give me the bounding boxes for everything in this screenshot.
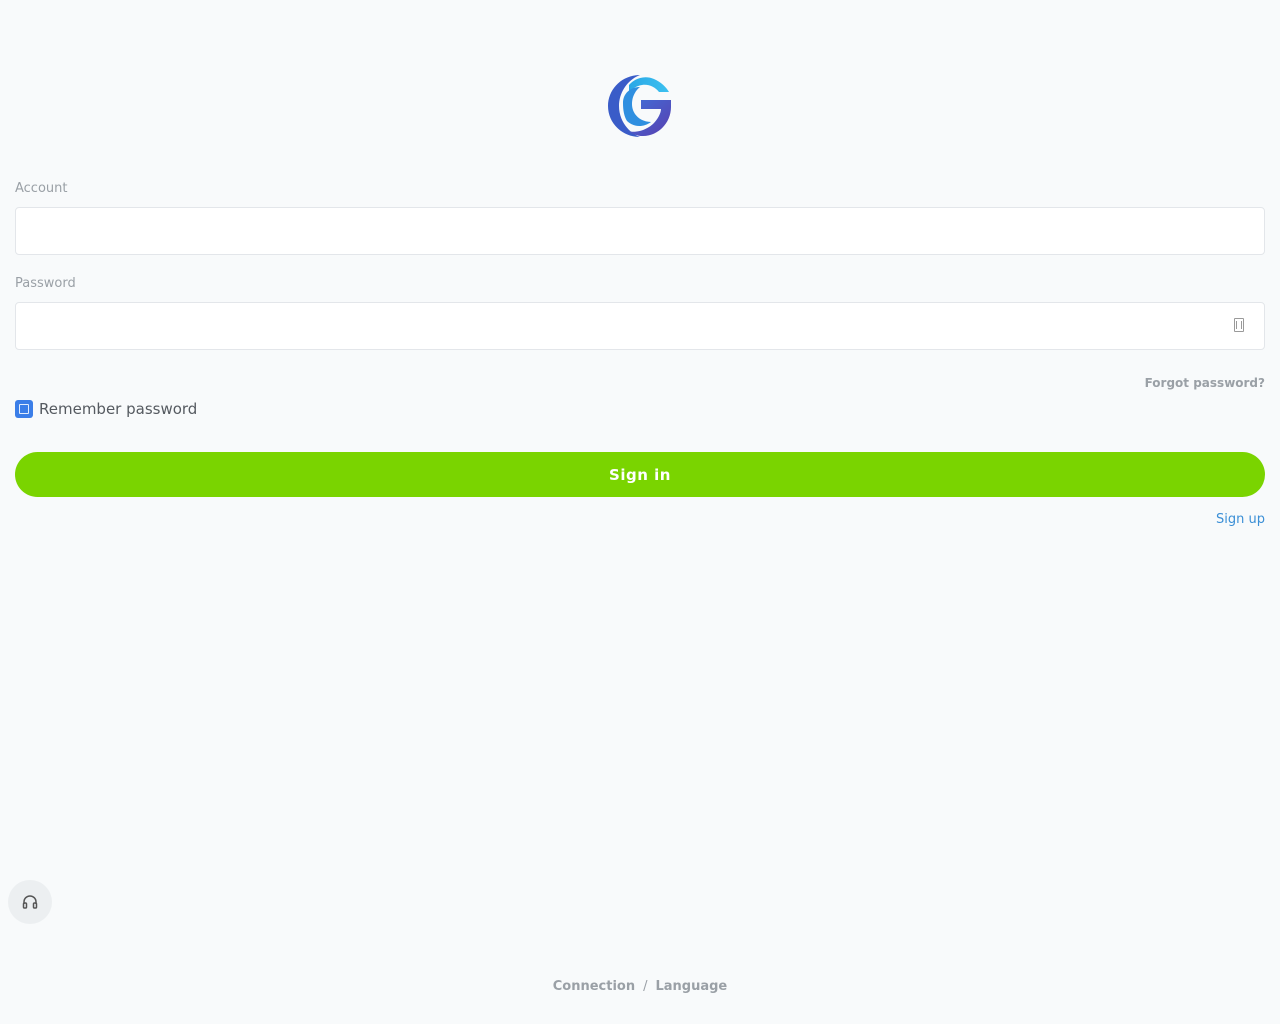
eye-toggle-icon[interactable]: [1234, 318, 1244, 332]
password-label: Password: [15, 276, 76, 291]
brand-g-logo-icon: [608, 75, 671, 137]
forgot-password-link[interactable]: Forgot password?: [1145, 376, 1265, 390]
password-input[interactable]: [16, 303, 1264, 349]
customer-support-button[interactable]: [8, 880, 52, 924]
sign-up-link[interactable]: Sign up: [1216, 512, 1265, 527]
footer: Connection / Language: [0, 979, 1280, 994]
remember-password-label: Remember password: [39, 400, 198, 418]
password-field-wrapper: [15, 302, 1265, 350]
account-field-wrapper: [15, 207, 1265, 255]
language-link[interactable]: Language: [655, 979, 727, 994]
footer-separator: /: [643, 979, 648, 994]
checkbox-checked-icon[interactable]: [15, 400, 33, 418]
login-page: Account Password Forgot password? Rememb…: [0, 0, 1280, 1024]
remember-password-checkbox[interactable]: Remember password: [15, 400, 197, 418]
headset-icon: [22, 895, 38, 909]
sign-in-button[interactable]: Sign in: [15, 452, 1265, 497]
account-label: Account: [15, 181, 68, 196]
brand-logo: [607, 73, 673, 139]
connection-link[interactable]: Connection: [553, 979, 635, 994]
account-input[interactable]: [16, 208, 1264, 254]
